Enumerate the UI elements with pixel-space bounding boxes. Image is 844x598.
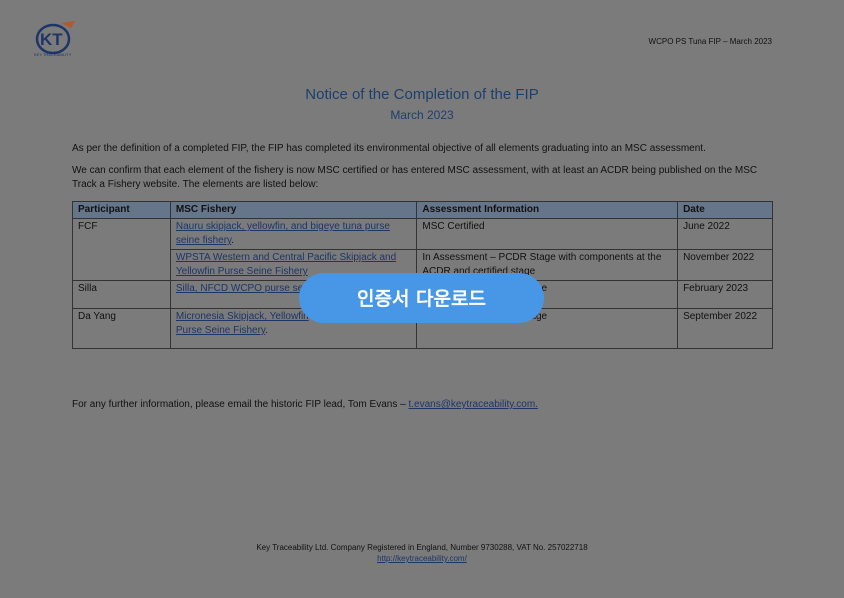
fishery-cell: Nauru skipjack, yellowfin, and bigeye tu… [169,218,418,250]
date-cell: February 2023 [677,280,773,309]
document-title: Notice of the Completion of the FIP [305,86,539,103]
document-footer: Key Traceability Ltd. Company Registered… [0,542,844,564]
assessment-cell: MSC Certified [416,218,679,250]
download-certificate-button[interactable]: 인증서 다운로드 [299,273,544,323]
fishery-link-continued[interactable]: Purse Seine Fishery [176,325,265,336]
table-row: FCF Nauru skipjack, yellowfin, and bigey… [72,218,773,281]
document-subtitle: March 2023 [390,108,454,122]
column-header: Assessment Information [416,201,679,219]
company-registration-text: Key Traceability Ltd. Company Registered… [256,543,588,552]
fishery-link[interactable]: Nauru skipjack, yellowfin, and bigeye tu… [176,221,390,246]
date-cell: June 2022 [677,218,773,250]
document-reference: WCPO PS Tuna FIP – March 2023 [648,37,772,46]
contact-paragraph: For any further information, please emai… [72,399,538,410]
confirmation-paragraph: We can confirm that each element of the … [72,165,758,190]
website-link[interactable]: http://keytraceability.com/ [377,554,467,563]
key-traceability-logo: KT KEY TRACEABILITY [34,21,75,57]
column-header: Date [677,201,773,219]
column-header: Participant [72,201,171,219]
fishery-link[interactable]: Micronesia Skipjack, Yellowfin [176,311,309,322]
column-header: MSC Fishery [169,201,418,219]
svg-text:KT: KT [40,30,63,49]
participant-cell: FCF [72,218,171,281]
fishery-link[interactable]: Silla, NFCD WCPO purse seine [176,283,317,294]
table-header-row: Participant MSC Fishery Assessment Infor… [72,201,773,219]
date-cell: November 2022 [677,249,773,281]
participant-cell: Silla [72,280,171,309]
participant-cell: Da Yang [72,308,171,349]
date-cell: September 2022 [677,308,773,349]
svg-text:KEY TRACEABILITY: KEY TRACEABILITY [34,52,72,57]
contact-email-link[interactable]: t.evans@keytraceability.com. [408,399,537,410]
intro-paragraph: As per the definition of a completed FIP… [72,143,706,154]
